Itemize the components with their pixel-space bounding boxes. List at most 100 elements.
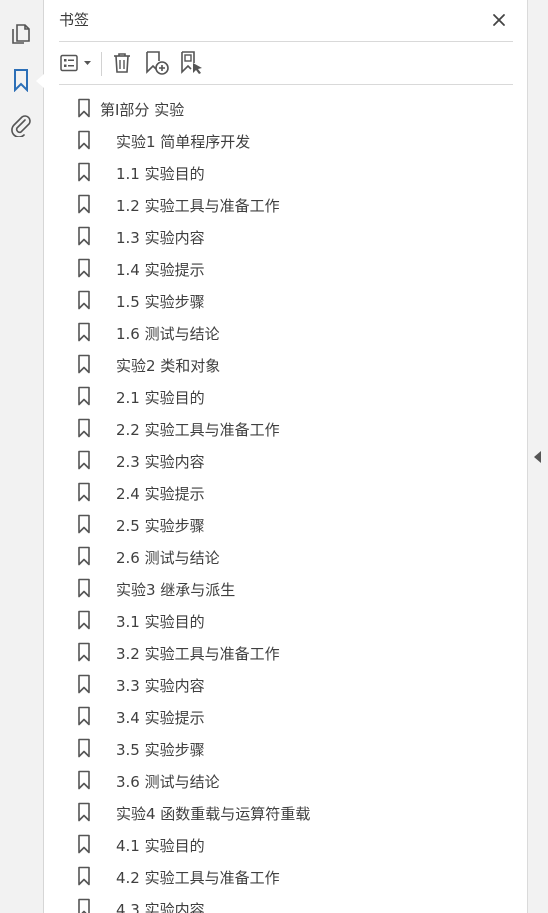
bookmark-label: 3.4 实验提示 <box>116 709 205 727</box>
panel-title: 书签 <box>59 11 90 29</box>
bookmark-item[interactable]: 1.6 测试与结论 <box>59 316 499 348</box>
bookmark-item[interactable]: 1.4 实验提示 <box>59 252 499 284</box>
bookmark-icon <box>78 706 90 726</box>
bookmark-icon <box>78 162 90 182</box>
bookmark-icon <box>78 546 90 566</box>
bookmark-label: 2.4 实验提示 <box>116 485 205 503</box>
bookmark-label: 4.3 实验内容 <box>116 901 205 913</box>
bookmark-label: 3.6 测试与结论 <box>116 773 220 791</box>
bookmark-icon <box>78 642 90 662</box>
bookmark-label: 3.5 实验步骤 <box>116 741 205 759</box>
bookmark-label: 1.4 实验提示 <box>116 261 205 279</box>
panel-header: 书签 <box>44 0 527 40</box>
bookmark-item[interactable]: 2.1 实验目的 <box>59 380 499 412</box>
header-divider <box>59 41 513 42</box>
bookmark-label: 2.1 实验目的 <box>116 389 205 407</box>
bookmark-item[interactable]: 实验1 简单程序开发 <box>59 124 499 156</box>
bookmark-label: 2.2 实验工具与准备工作 <box>116 421 280 439</box>
pages-button[interactable] <box>8 21 34 47</box>
bookmark-item[interactable]: 3.6 测试与结论 <box>59 764 499 796</box>
bookmark-icon <box>78 834 90 854</box>
bookmark-icon <box>14 69 28 92</box>
bookmark-item[interactable]: 2.6 测试与结论 <box>59 540 499 572</box>
bookmark-label: 1.3 实验内容 <box>116 229 205 247</box>
bookmark-label: 2.5 实验步骤 <box>116 517 205 535</box>
bookmark-item[interactable]: 1.2 实验工具与准备工作 <box>59 188 499 220</box>
toolbar-divider <box>101 52 102 76</box>
bookmark-label: 3.1 实验目的 <box>116 613 205 631</box>
bookmark-icon <box>78 386 90 406</box>
bookmark-item[interactable]: 2.4 实验提示 <box>59 476 499 508</box>
collapse-rail <box>527 0 548 913</box>
bookmark-icon <box>78 98 90 118</box>
bookmark-from-selection-button[interactable] <box>178 49 206 77</box>
bookmark-item[interactable]: 2.5 实验步骤 <box>59 508 499 540</box>
bookmark-tree: 第I部分 实验实验1 简单程序开发 1.1 实验目的 1.2 实验工具与准备工作 1.… <box>59 92 505 913</box>
bookmark-label: 实验2 类和对象 <box>116 357 221 375</box>
bookmark-icon <box>78 290 90 310</box>
bookmark-icon <box>78 898 90 913</box>
bookmark-label: 实验1 简单程序开发 <box>116 133 251 151</box>
bookmark-label: 实验3 继承与派生 <box>116 581 236 599</box>
bookmark-icon <box>78 482 90 502</box>
bookmark-icon <box>78 354 90 374</box>
bookmark-icon <box>78 194 90 214</box>
bookmark-icon <box>78 674 90 694</box>
bookmark-icon <box>78 770 90 790</box>
bookmark-icon <box>78 866 90 886</box>
bookmark-label: 第I部分 实验 <box>100 101 185 119</box>
toolbar-divider-bottom <box>59 84 513 85</box>
bookmark-item[interactable]: 3.5 实验步骤 <box>59 732 499 764</box>
bookmark-icon <box>78 258 90 278</box>
close-icon <box>493 14 505 26</box>
close-panel-button[interactable] <box>488 9 510 31</box>
new-bookmark-button[interactable] <box>143 49 171 77</box>
bookmark-item[interactable]: 3.3 实验内容 <box>59 668 499 700</box>
bookmark-label: 2.3 实验内容 <box>116 453 205 471</box>
bookmark-icon <box>78 578 90 598</box>
attachments-button[interactable] <box>8 112 34 138</box>
bookmark-icon <box>78 322 90 342</box>
bookmark-icon <box>78 738 90 758</box>
bookmark-label: 3.2 实验工具与准备工作 <box>116 645 280 663</box>
bookmark-item[interactable]: 1.1 实验目的 <box>59 156 499 188</box>
bookmark-label: 实验4 函数重载与运算符重载 <box>116 805 311 823</box>
collapse-panel-icon[interactable] <box>534 451 541 463</box>
bookmark-icon <box>78 130 90 150</box>
bookmarks-toolbar <box>44 46 527 82</box>
bookmark-label: 1.1 实验目的 <box>116 165 205 183</box>
bookmark-icon <box>78 450 90 470</box>
bookmark-item[interactable]: 1.5 实验步骤 <box>59 284 499 316</box>
bookmark-item[interactable]: 第I部分 实验 <box>59 92 499 124</box>
bookmark-icon <box>78 514 90 534</box>
bookmark-item[interactable]: 3.2 实验工具与准备工作 <box>59 636 499 668</box>
bookmark-item[interactable]: 3.1 实验目的 <box>59 604 499 636</box>
bookmark-label: 4.2 实验工具与准备工作 <box>116 869 280 887</box>
options-menu-button[interactable] <box>58 49 96 77</box>
bookmark-item[interactable]: 实验3 继承与派生 <box>59 572 499 604</box>
bookmark-label: 1.6 测试与结论 <box>116 325 220 343</box>
bookmark-label: 1.5 实验步骤 <box>116 293 205 311</box>
bookmark-item[interactable]: 2.3 实验内容 <box>59 444 499 476</box>
bookmark-icon <box>78 610 90 630</box>
bookmark-item[interactable]: 4.2 实验工具与准备工作 <box>59 860 499 892</box>
bookmark-label: 1.2 实验工具与准备工作 <box>116 197 280 215</box>
bookmark-item[interactable]: 实验2 类和对象 <box>59 348 499 380</box>
bookmarks-panel: 书签 第I部分 实验 实验1 简单程序开发 1.1 实验目的 1.2 实验工具与… <box>44 0 527 913</box>
bookmark-icon <box>78 418 90 438</box>
bookmark-item[interactable]: 4.3 实验内容 <box>59 892 499 913</box>
active-indicator <box>36 74 44 88</box>
new-bookmark-icon <box>146 51 169 75</box>
bookmark-icon <box>78 226 90 246</box>
bookmark-item[interactable]: 实验4 函数重载与运算符重载 <box>59 796 499 828</box>
bookmark-item[interactable]: 1.3 实验内容 <box>59 220 499 252</box>
bookmark-label: 2.6 测试与结论 <box>116 549 220 567</box>
bookmark-item[interactable]: 2.2 实验工具与准备工作 <box>59 412 499 444</box>
bookmark-item[interactable]: 4.1 实验目的 <box>59 828 499 860</box>
bookmark-icon <box>78 802 90 822</box>
bookmark-item[interactable]: 3.4 实验提示 <box>59 700 499 732</box>
bookmarks-button[interactable] <box>8 67 34 93</box>
navigation-rail <box>0 0 44 913</box>
delete-bookmark-button[interactable] <box>109 49 135 77</box>
attachment-icon <box>11 115 31 137</box>
